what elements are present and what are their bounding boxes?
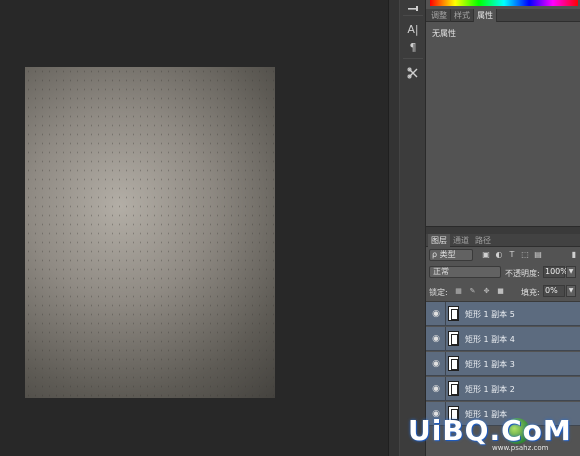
divider [445, 377, 446, 401]
photoshop-window: A| ¶ 调整 样式 属性 无属性 图层 通道 路径 ρ 类型 ▣ ◐ T ⬚ [0, 0, 580, 456]
right-panel-dock: 调整 样式 属性 无属性 图层 通道 路径 ρ 类型 ▣ ◐ T ⬚ ▤ ▮ 正… [426, 0, 580, 456]
tool-separator [403, 15, 423, 16]
layer-thumbnail [448, 306, 459, 321]
divider [445, 352, 446, 376]
visibility-eye-icon[interactable]: ◉ [430, 333, 442, 345]
tool-separator [403, 58, 423, 59]
smart-object-filter-icon[interactable]: ▤ [533, 250, 543, 260]
tab-adjustments[interactable]: 调整 [428, 9, 451, 22]
divider [445, 327, 446, 351]
no-properties-text: 无属性 [432, 29, 456, 38]
layer-row[interactable]: ◉ 矩形 1 副本 2 [426, 377, 580, 401]
visibility-eye-icon[interactable]: ◉ [430, 308, 442, 320]
fill-input[interactable]: 0% [543, 285, 565, 297]
adjustment-filter-icon[interactable]: ◐ [494, 250, 504, 260]
layer-filter-kind-select[interactable]: ρ 类型 [429, 249, 473, 261]
blend-mode-select[interactable]: 正常 [429, 266, 501, 278]
blend-mode-row: 正常 不透明度: 100% ▼ [426, 265, 580, 279]
visibility-eye-icon[interactable]: ◉ [430, 358, 442, 370]
tab-paths[interactable]: 路径 [472, 234, 494, 247]
lock-label: 锁定: [429, 288, 448, 297]
fill-label: 填充: [521, 288, 540, 297]
fill-slider-toggle[interactable]: ▼ [566, 285, 576, 297]
lock-image-icon[interactable]: ✎ [468, 287, 477, 296]
layer-thumbnail [448, 381, 459, 396]
layer-filter-row: ρ 类型 ▣ ◐ T ⬚ ▤ ▮ [426, 248, 580, 262]
filter-toggle-icon[interactable]: ▮ [569, 250, 579, 260]
lock-row: 锁定: ▦ ✎ ✥ ■ 填充: 0% ▼ [426, 284, 580, 298]
panel-divider[interactable] [426, 226, 580, 234]
collapsed-panel-strip: A| ¶ [400, 0, 426, 456]
visibility-eye-icon[interactable]: ◉ [430, 383, 442, 395]
canvas-area[interactable] [0, 0, 388, 456]
opacity-slider-toggle[interactable]: ▼ [566, 266, 576, 278]
layer-thumbnail [448, 356, 459, 371]
lock-transparent-icon[interactable]: ▦ [454, 287, 463, 296]
tab-channels[interactable]: 通道 [450, 234, 472, 247]
tool-presets-icon[interactable] [402, 64, 424, 82]
site-watermark: UiBQ.CoM www.psahz.com [408, 414, 580, 454]
layer-name[interactable]: 矩形 1 副本 2 [465, 384, 515, 395]
properties-panel-tabs: 调整 样式 属性 [426, 9, 580, 22]
document-canvas[interactable] [25, 67, 275, 398]
shape-filter-icon[interactable]: ⬚ [520, 250, 530, 260]
layer-name[interactable]: 矩形 1 副本 5 [465, 309, 515, 320]
lock-all-icon[interactable]: ■ [496, 287, 505, 296]
layer-row[interactable]: ◉ 矩形 1 副本 5 [426, 302, 580, 326]
type-filter-icon[interactable]: T [507, 250, 517, 260]
layer-row[interactable]: ◉ 矩形 1 副本 3 [426, 352, 580, 376]
divider [445, 302, 446, 326]
layer-thumbnail [448, 331, 459, 346]
tab-layers[interactable]: 图层 [428, 234, 450, 247]
properties-panel-body: 无属性 [426, 22, 580, 222]
layer-row[interactable]: ◉ 矩形 1 副本 4 [426, 327, 580, 351]
opacity-input[interactable]: 100% [543, 266, 568, 278]
lock-position-icon[interactable]: ✥ [482, 287, 491, 296]
layers-panel-tabs: 图层 通道 路径 [426, 234, 580, 247]
tab-styles[interactable]: 样式 [451, 9, 474, 22]
paragraph-icon[interactable]: ¶ [402, 38, 424, 56]
watermark-text: UiBQ.CoM [408, 414, 572, 447]
opacity-label: 不透明度: [505, 269, 540, 278]
pixel-filter-icon[interactable]: ▣ [481, 250, 491, 260]
character-icon[interactable]: A| [402, 20, 424, 38]
color-spectrum-bar[interactable] [430, 0, 578, 6]
panel-dock-separator[interactable] [388, 0, 400, 456]
layer-name[interactable]: 矩形 1 副本 3 [465, 359, 515, 370]
tab-properties[interactable]: 属性 [474, 9, 497, 22]
watermark-url: www.psahz.com [492, 444, 549, 452]
layer-name[interactable]: 矩形 1 副本 4 [465, 334, 515, 345]
